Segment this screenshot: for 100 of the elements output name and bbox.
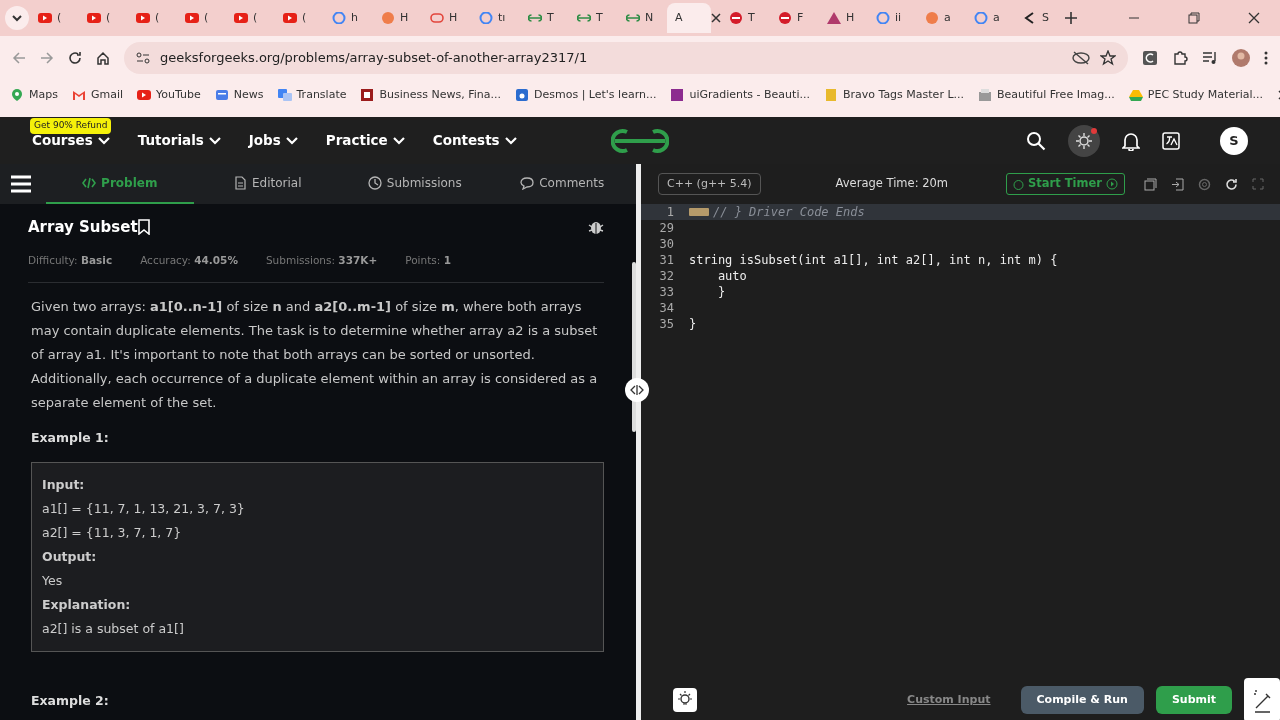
example-text: a2[] is a subset of a1[] [42, 620, 185, 638]
menu-icon[interactable] [10, 175, 32, 193]
custom-input-link[interactable]: Custom Input [901, 690, 997, 710]
problem-tab[interactable]: Editorial [193, 164, 341, 204]
line-number: 1 [665, 204, 675, 220]
line-number: 35 [658, 316, 675, 332]
bookmark[interactable]: PEC Study Material... [1128, 86, 1264, 104]
drive-icon [1128, 89, 1143, 101]
pen-icon[interactable] [1244, 678, 1280, 720]
resize-handle-icon[interactable] [624, 377, 650, 403]
browser-tab[interactable]: a [917, 3, 966, 33]
puzzle-icon[interactable] [1172, 50, 1188, 66]
more-icon[interactable] [1264, 50, 1268, 66]
reload-icon[interactable] [68, 51, 82, 65]
problem-tab[interactable]: Comments [488, 164, 636, 204]
problem-tab[interactable]: Problem [46, 164, 194, 204]
browser-tab[interactable]: A [667, 3, 711, 33]
image-icon [978, 89, 992, 101]
language-select[interactable]: C++ (g++ 5.4) [658, 172, 761, 196]
browser-tab[interactable]: H [373, 3, 422, 33]
clock-icon [367, 176, 382, 190]
nav-menu[interactable]: Jobs [248, 130, 298, 151]
profile-avatar-icon[interactable] [1232, 49, 1250, 67]
bookmark[interactable]: YouTube [137, 86, 201, 104]
home-icon[interactable] [96, 51, 110, 65]
example-heading: Example 2: [31, 692, 110, 710]
import-icon[interactable] [1171, 177, 1184, 191]
bookmark[interactable]: Gmail [71, 86, 124, 104]
bug-icon[interactable] [588, 219, 604, 236]
bookmark[interactable]: Bravo Tags Master L... [823, 86, 964, 104]
settings-icon[interactable] [1198, 177, 1211, 191]
example-label: Explanation: [42, 596, 132, 614]
close-icon[interactable] [1248, 12, 1260, 24]
tab-list-icon[interactable] [4, 5, 30, 31]
promo-badge: Get 90% Refund [30, 118, 112, 134]
nav-menu[interactable]: Contests [432, 130, 517, 151]
browser-tab[interactable]: S [1015, 3, 1064, 33]
youtube-icon [136, 12, 150, 24]
bell-icon[interactable] [1122, 130, 1140, 151]
example-heading: Example 1: [31, 429, 110, 448]
browser-tab[interactable]: ( [128, 3, 177, 33]
meta-info: Difficulty: Basic [28, 252, 113, 268]
browser-tab[interactable]: ( [177, 3, 226, 33]
start-timer-button[interactable]: Start Timer [1006, 173, 1125, 195]
example-text: a2[] = {11, 3, 7, 1, 7} [42, 524, 183, 542]
browser-tab[interactable]: ( [226, 3, 275, 33]
address-bar[interactable]: geeksforgeeks.org/problems/array-subset-of-another-array2317/1 [124, 42, 1128, 74]
search-icon[interactable] [1026, 130, 1046, 151]
bookmark[interactable]: Desmos | Let's learn... [515, 86, 657, 104]
translate-icon[interactable] [1162, 131, 1180, 150]
browser-tab[interactable]: ii [868, 3, 917, 33]
gfg-logo-icon [577, 12, 591, 24]
eye-slash-icon[interactable] [1072, 51, 1090, 65]
browser-tab[interactable]: T [721, 3, 770, 33]
user-avatar[interactable]: S [1220, 126, 1248, 155]
browser-tab[interactable]: N [618, 3, 667, 33]
browser-tab[interactable]: h [324, 3, 373, 33]
browser-tab[interactable]: H [819, 3, 868, 33]
bookmark-icon[interactable] [137, 219, 150, 236]
problem-tab[interactable]: Submissions [341, 164, 489, 204]
bookmark[interactable]: Business News, Fina... [360, 86, 501, 104]
translate-icon [277, 89, 292, 101]
square-logo-icon [515, 89, 529, 101]
theme-toggle-icon[interactable] [1068, 124, 1100, 157]
browser-tab[interactable]: ( [79, 3, 128, 33]
copy-icon[interactable] [1144, 177, 1157, 191]
extension-icon[interactable] [1142, 50, 1158, 66]
bookmark[interactable]: uiGradients - Beauti... [670, 86, 810, 104]
meta-info: Accuracy: 44.05% [140, 252, 238, 268]
youtube-icon [38, 12, 52, 24]
gfg-logo[interactable] [611, 127, 669, 155]
browser-tab[interactable]: tı [471, 3, 520, 33]
gfg-logo-icon [528, 12, 542, 24]
gradient-square-icon [670, 89, 685, 101]
bookmark[interactable]: News [214, 86, 264, 104]
close-icon[interactable] [711, 13, 721, 23]
browser-tab[interactable]: T [520, 3, 569, 33]
browser-tab[interactable]: ( [30, 3, 79, 33]
media-icon[interactable] [1202, 50, 1218, 66]
play-icon [1105, 178, 1118, 190]
star-icon[interactable] [1100, 50, 1116, 66]
lightbulb-icon[interactable] [673, 688, 697, 712]
browser-tab[interactable]: F [770, 3, 819, 33]
new-tab-icon[interactable] [1064, 11, 1078, 25]
bookmark[interactable]: Beautiful Free Imag... [978, 86, 1115, 104]
compile-run-button[interactable]: Compile & Run [1020, 685, 1144, 715]
restore-icon[interactable] [1188, 12, 1200, 24]
browser-tab[interactable]: ( [275, 3, 324, 33]
code-line: string isSubset(int a1[], int a2[], int n, int m) { [688, 252, 1058, 268]
nav-menu[interactable]: Tutorials [137, 130, 221, 151]
browser-tab[interactable]: T [569, 3, 618, 33]
bookmark[interactable]: Maps [10, 86, 58, 104]
fold-marker-icon[interactable] [689, 208, 709, 216]
mail-icon [71, 89, 86, 101]
bookmark[interactable]: Translate [277, 86, 347, 104]
reset-icon[interactable] [1225, 177, 1238, 191]
nav-menu[interactable]: Practice [325, 130, 405, 151]
meta-info: Points: 1 [405, 252, 451, 268]
browser-tab[interactable]: H [422, 3, 471, 33]
browser-tab[interactable]: a [966, 3, 1015, 33]
